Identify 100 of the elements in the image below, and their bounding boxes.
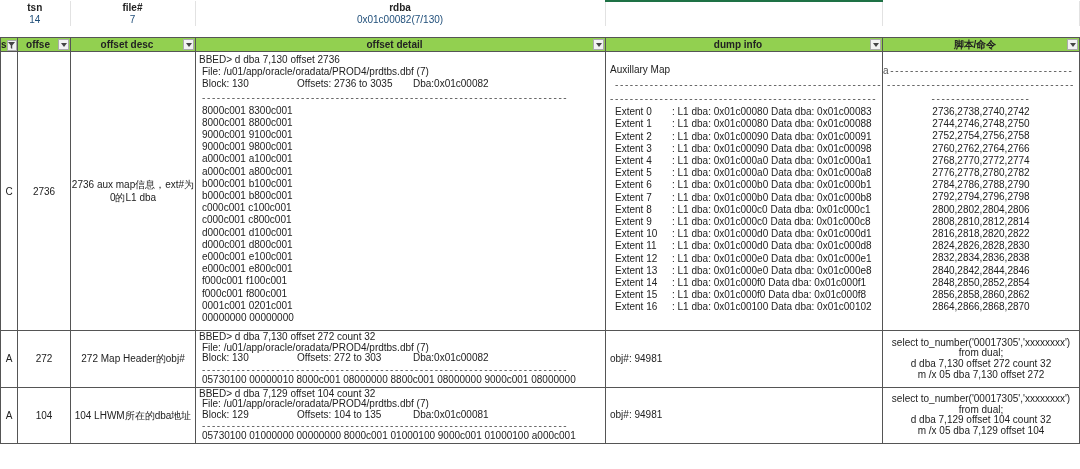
summary-label: file# bbox=[122, 1, 143, 13]
table-cell: 2736 bbox=[32, 185, 56, 197]
script-line: 2808,2810,2812,2814 bbox=[931, 215, 1031, 229]
extent-info: : L1 dba: 0x01c00080 Data dba: 0x01c00083 bbox=[672, 106, 872, 118]
script-line: m /x 05 dba 7,129 offset 104 bbox=[916, 425, 1046, 437]
extent-name: Extent 5 bbox=[615, 167, 653, 180]
hex-values: e000c001 e100c001 bbox=[201, 251, 294, 264]
extent-name: Extent 4 bbox=[615, 155, 653, 168]
script-line: 2840,2842,2844,2846 bbox=[931, 264, 1031, 277]
table-cell: 272 bbox=[35, 353, 53, 365]
filter-button[interactable] bbox=[1067, 39, 1078, 50]
dashed-rule: a------------------------------------- bbox=[883, 64, 1075, 78]
extent-name: Extent 2 bbox=[615, 130, 653, 143]
script-line: 2864,2866,2868,2870 bbox=[931, 301, 1031, 314]
caret-icon bbox=[60, 42, 67, 47]
hex-values: f000c001 f800c001 bbox=[201, 287, 289, 300]
hex-values: 9000c001 9100c001 bbox=[201, 129, 294, 142]
extent-info: : L1 dba: 0x01c00090 Data dba: 0x01c00098 bbox=[672, 142, 872, 154]
extent-name: Extent 8 bbox=[615, 203, 653, 217]
caret-icon bbox=[595, 42, 602, 47]
script-line: 2856,2858,2860,2862 bbox=[931, 289, 1031, 302]
dashed-rule: -------------------------------------------------------------------------- bbox=[201, 90, 570, 105]
extent-info: : L1 dba: 0x01c000f0 Data dba: 0x01c000f1 bbox=[672, 277, 867, 289]
file-path: File: /u01/app/oracle/oradata/PROD4/prdtbs.dbf (7) bbox=[201, 342, 429, 354]
hex-values: b000c001 b100c001 bbox=[201, 177, 294, 191]
block-text: Block: 130 bbox=[202, 353, 249, 365]
dba-text: Dba:0x01c00081 bbox=[413, 408, 489, 420]
script-line: 2800,2802,2804,2806 bbox=[931, 203, 1031, 216]
filter-icon bbox=[8, 41, 16, 49]
file-path: File: /u01/app/oracle/oradata/PROD4/prdtbs.dbf (7) bbox=[201, 66, 430, 79]
extent-info: : L1 dba: 0x01c00090 Data dba: 0x01c00091 bbox=[672, 130, 872, 142]
block-text: Block: 130 bbox=[202, 78, 250, 91]
summary-value: 14 bbox=[29, 14, 41, 25]
hex-values: a000c001 a100c001 bbox=[201, 153, 294, 166]
dump-title: obj#: 94981 bbox=[610, 410, 664, 421]
script-line: 2736,2738,2740,2742 bbox=[931, 106, 1031, 119]
dashed-rule: -------------------------------------------------------------------------- bbox=[201, 420, 569, 432]
hex-values: d000c001 d100c001 bbox=[201, 226, 294, 239]
extent-name: Extent 12 bbox=[615, 252, 659, 265]
table-cell: 104 bbox=[35, 409, 53, 421]
extent-info: : L1 dba: 0x01c00080 Data dba: 0x01c00088 bbox=[672, 118, 872, 130]
hex-values: 8000c001 8300c001 bbox=[201, 104, 294, 117]
script-line: from dual; bbox=[958, 348, 1004, 359]
summary-label: rdba bbox=[389, 1, 411, 13]
filter-button[interactable] bbox=[58, 39, 69, 50]
extent-name: Extent 3 bbox=[615, 142, 653, 155]
filter-button[interactable] bbox=[870, 39, 881, 50]
extent-info: : L1 dba: 0x01c000c0 Data dba: 0x01c000c8 bbox=[672, 216, 871, 228]
table-cell: 104 LHWM所在的dba地址 bbox=[74, 408, 192, 422]
dashed-rule: -------------------------------------- bbox=[885, 78, 1077, 92]
extent-name: Extent 14 bbox=[615, 277, 659, 290]
script-line: select to_number('00017305','xxxxxxxx') bbox=[890, 337, 1072, 349]
filter-button[interactable] bbox=[593, 39, 604, 50]
dashed-rule: -------------------- bbox=[930, 92, 1032, 106]
script-line: 2832,2834,2836,2838 bbox=[931, 252, 1031, 265]
script-line: 2816,2818,2820,2822 bbox=[931, 228, 1031, 241]
extent-name: Extent 11 bbox=[615, 240, 658, 253]
extent-name: Extent 16 bbox=[615, 301, 659, 314]
script-line: 2776,2778,2780,2782 bbox=[931, 167, 1031, 180]
table-cell: A bbox=[5, 353, 13, 365]
filter-button[interactable] bbox=[183, 39, 194, 50]
script-line: 2744,2746,2748,2750 bbox=[931, 118, 1031, 131]
dashed-rule: ------------------------------------------------------ bbox=[614, 78, 882, 93]
column-header: offset desc bbox=[70, 37, 196, 52]
offsets-text: Offsets: 104 to 135 bbox=[297, 409, 382, 421]
table-cell: 2736 aux map信息，ext#为0的L1 dba bbox=[71, 178, 195, 205]
script-line: 2752,2754,2756,2758 bbox=[931, 130, 1031, 143]
extent-info: : L1 dba: 0x01c000d0 Data dba: 0x01c000d1 bbox=[672, 228, 872, 240]
extent-name: Extent 6 bbox=[615, 179, 653, 192]
table-cell: A bbox=[5, 409, 13, 421]
hex-values: 8000c001 8800c001 bbox=[201, 116, 294, 129]
extent-name: Extent 15 bbox=[615, 289, 659, 302]
script-line: 2784,2786,2788,2790 bbox=[931, 179, 1031, 192]
hex-values: d000c001 d800c001 bbox=[201, 238, 294, 252]
table-cell: 272 Map Header的obj# bbox=[81, 352, 185, 366]
column-header: 脚本/命令 bbox=[882, 37, 1080, 52]
hex-values: 05730100 01000000 00000000 8000c001 01000100 9000c001 01000100 a000c001 bbox=[201, 431, 577, 442]
dump-title: obj#: 94981 bbox=[610, 353, 664, 365]
extent-info: : L1 dba: 0x01c00100 Data dba: 0x01c00102 bbox=[672, 301, 872, 313]
script-line: 2792,2794,2796,2798 bbox=[931, 191, 1031, 204]
filter-button[interactable] bbox=[6, 39, 17, 51]
caret-icon bbox=[185, 42, 192, 47]
extent-name: Extent 7 bbox=[615, 191, 653, 204]
dump-title: Auxillary Map bbox=[610, 64, 672, 77]
hex-values: 00000000 00000000 bbox=[201, 312, 295, 325]
dashed-rule: ------------------------------------------------------ bbox=[610, 92, 879, 107]
dashed-rule: -------------------------------------------------------------------------- bbox=[201, 364, 569, 376]
hex-values: 0001c001 0201c001 bbox=[201, 299, 294, 313]
table-cell: C bbox=[5, 185, 13, 197]
extent-name: Extent 10 bbox=[615, 228, 659, 241]
extent-info: : L1 dba: 0x01c000e0 Data dba: 0x01c000e8 bbox=[672, 264, 872, 276]
column-header: dump info bbox=[605, 37, 883, 52]
extent-info: : L1 dba: 0x01c000f0 Data dba: 0x01c000f8 bbox=[672, 289, 867, 301]
hex-values: 9000c001 9800c001 bbox=[201, 141, 294, 154]
dba-text: Dba:0x01c00082 bbox=[413, 78, 489, 90]
summary-value: 0x01c00082(7/130) bbox=[356, 14, 444, 25]
extent-name: Extent 0 bbox=[615, 106, 653, 119]
extent-info: : L1 dba: 0x01c000b0 Data dba: 0x01c000b8 bbox=[672, 191, 872, 203]
block-text: Block: 129 bbox=[202, 409, 249, 421]
offsets-text: Offsets: 2736 to 3035 bbox=[297, 78, 394, 91]
